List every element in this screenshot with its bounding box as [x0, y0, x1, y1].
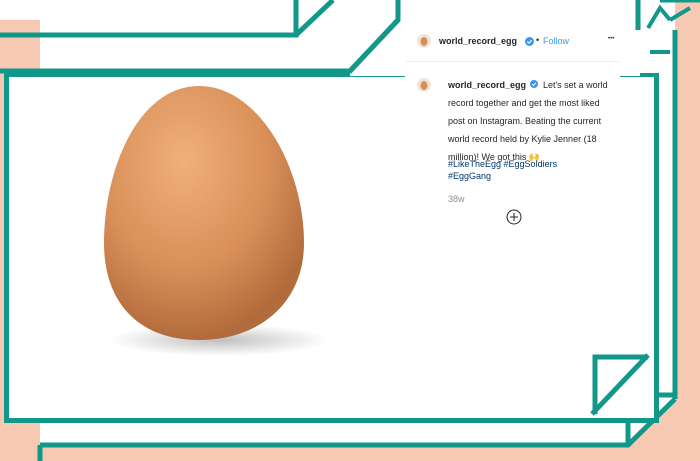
corner-fold: [590, 353, 650, 416]
